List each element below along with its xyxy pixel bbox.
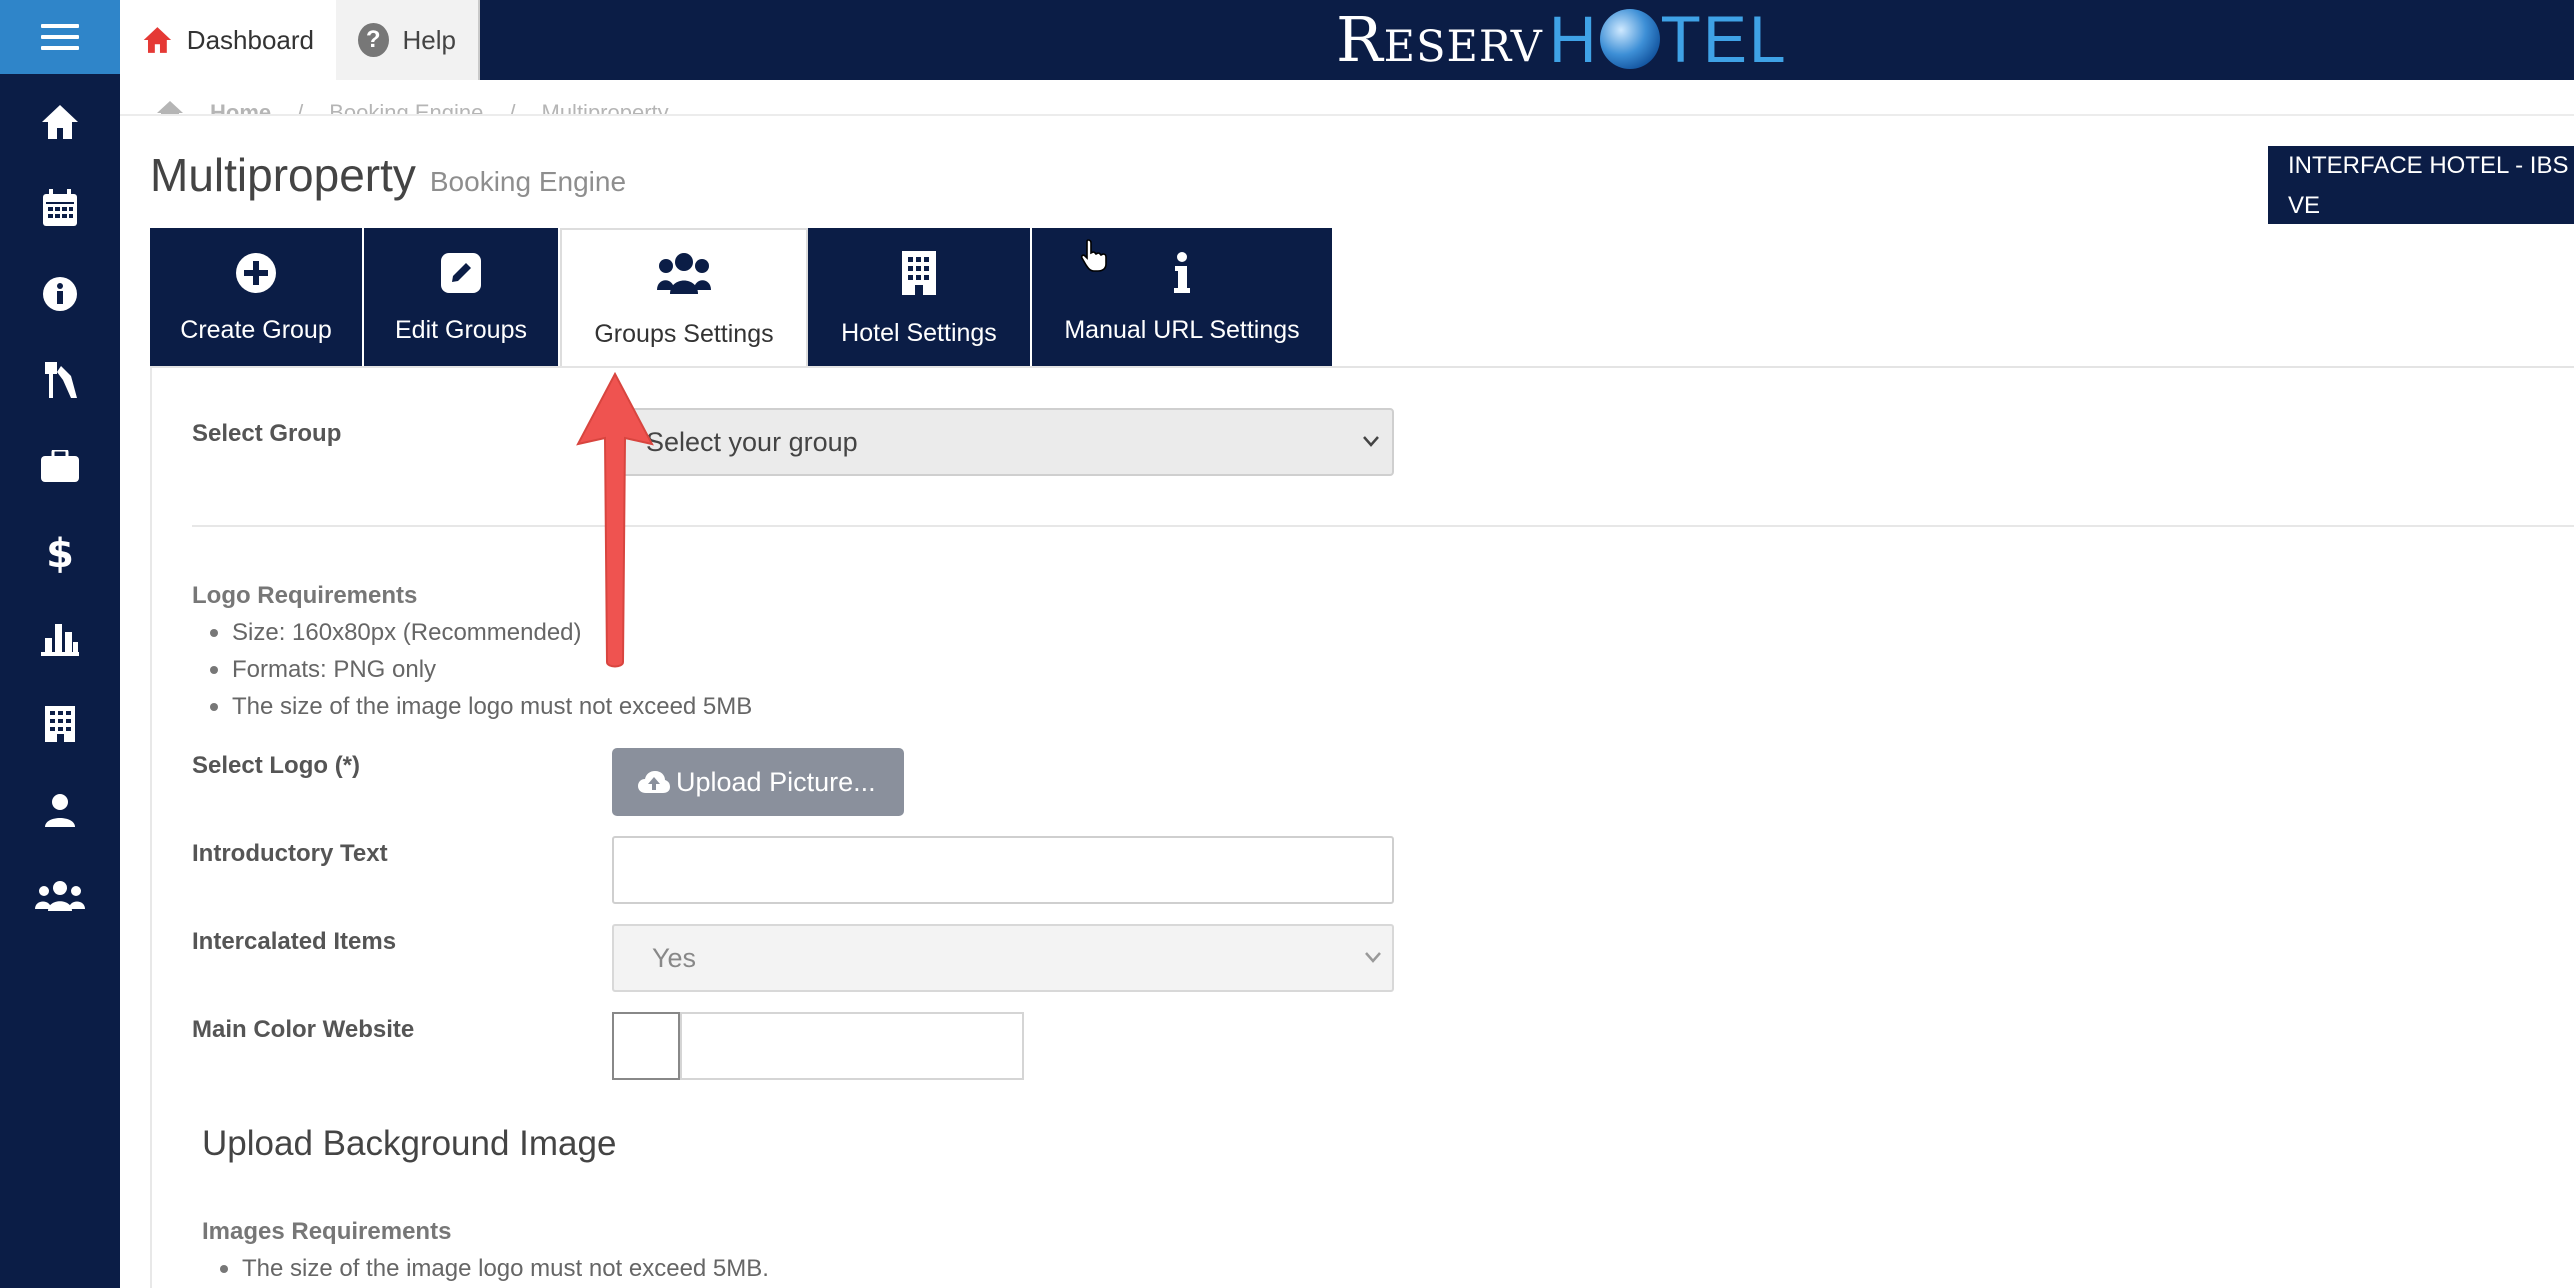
tab-manual-url-settings[interactable]: Manual URL Settings	[1032, 228, 1334, 368]
svg-text:$: $	[46, 531, 74, 573]
page-subtitle: Booking Engine	[429, 166, 627, 197]
hamburger-line	[41, 35, 79, 39]
breadcrumb-home[interactable]: Home	[210, 100, 271, 114]
help-label: Help	[402, 24, 456, 55]
hotel-badge-line: VE	[2288, 192, 2321, 219]
select-group-label: Select Group	[192, 420, 342, 447]
sidebar-briefcase[interactable]	[0, 436, 120, 496]
settings-tabs: Create Group Edit Groups Groups Settings…	[150, 228, 1334, 368]
users-icon	[35, 881, 85, 911]
main-color-input[interactable]	[680, 1012, 1024, 1080]
upload-background-heading: Upload Background Image	[202, 1124, 617, 1163]
intro-text-input[interactable]	[612, 836, 1394, 904]
sidebar-users[interactable]	[0, 866, 120, 926]
tab-create-group[interactable]: Create Group	[150, 228, 364, 368]
upload-button-label: Upload Picture...	[676, 766, 876, 797]
select-group-dropdown[interactable]: Select your group	[612, 408, 1394, 476]
dollar-icon: $	[46, 531, 74, 573]
reservhotel-logo: Reserv H TEL	[1336, 2, 1788, 76]
select-logo-label: Select Logo (*)	[192, 752, 361, 779]
users-icon	[657, 252, 711, 294]
home-icon	[143, 27, 172, 53]
sidebar-calendar[interactable]	[0, 178, 120, 238]
breadcrumb-booking-engine[interactable]: Booking Engine	[329, 100, 483, 114]
logo-text-reserv: Reserv	[1336, 2, 1543, 76]
logo-requirements-title: Logo Requirements	[192, 582, 418, 609]
bar-chart-icon	[41, 624, 79, 656]
breadcrumb-multiproperty: Multiproperty	[541, 100, 669, 116]
select-group-value: Select your group	[646, 426, 858, 457]
breadcrumb-separator: /	[509, 100, 516, 116]
page-header: Multiproperty Booking Engine	[150, 148, 626, 202]
plus-circle-icon	[236, 252, 276, 293]
tab-label: Create Group	[180, 315, 332, 344]
hotel-badge-line: INTERFACE HOTEL - IBS	[2288, 152, 2569, 179]
intercalated-items-label: Intercalated Items	[192, 928, 397, 955]
list-item: The size of the image logo must not exce…	[202, 1250, 769, 1287]
top-navbar: Dashboard ? Help Reserv H TEL	[0, 0, 2574, 80]
question-icon: ?	[358, 23, 389, 57]
breadcrumb-separator: /	[297, 100, 304, 116]
help-link[interactable]: ? Help	[336, 0, 480, 80]
dashboard-label: Dashboard	[186, 24, 314, 55]
annotation-arrow	[576, 372, 654, 668]
hamburger-line	[41, 24, 79, 28]
briefcase-icon	[41, 450, 79, 482]
section-divider	[192, 525, 2574, 527]
list-item: The size of the image logo must not exce…	[192, 688, 752, 725]
home-icon	[157, 101, 183, 114]
page-title: Multiproperty	[150, 149, 416, 201]
images-requirements-title: Images Requirements	[202, 1218, 452, 1245]
tab-hotel-settings[interactable]: Hotel Settings	[808, 228, 1032, 368]
tab-label: Edit Groups	[394, 315, 527, 344]
hotel-selector-badge[interactable]: INTERFACE HOTEL - IBS VE	[2268, 146, 2574, 224]
logo-letter-h: H	[1548, 2, 1599, 76]
intercalated-items-select[interactable]: Yes	[612, 924, 1394, 992]
chevron-down-icon	[1365, 952, 1381, 963]
user-icon	[45, 794, 75, 827]
building-icon	[45, 706, 75, 742]
main-content: Home / Booking Engine / Multiproperty Mu…	[120, 80, 2574, 1288]
logo-requirements-list: Size: 160x80px (Recommended) Formats: PN…	[192, 614, 752, 725]
sidebar-info[interactable]	[0, 264, 120, 324]
chevron-down-icon	[1363, 436, 1379, 447]
globe-icon	[1599, 9, 1660, 69]
tab-label: Manual URL Settings	[1064, 315, 1300, 344]
cloud-upload-icon	[638, 771, 670, 793]
sidebar-tools[interactable]	[0, 350, 120, 410]
intro-text-label: Introductory Text	[192, 840, 388, 867]
tab-label: Hotel Settings	[841, 318, 997, 347]
list-item: Size: 160x80px (Recommended)	[192, 614, 752, 651]
building-icon	[902, 250, 936, 295]
hamburger-menu-button[interactable]	[0, 0, 120, 74]
info-icon	[1174, 251, 1190, 293]
sidebar-reports[interactable]	[0, 608, 120, 668]
color-swatch[interactable]	[612, 1012, 680, 1080]
info-icon	[43, 277, 77, 311]
home-icon	[42, 105, 78, 139]
tools-icon	[45, 362, 77, 398]
hand-cursor-icon	[1080, 239, 1107, 272]
sidebar-user[interactable]	[0, 780, 120, 840]
calendar-icon	[43, 189, 77, 226]
breadcrumb: Home / Booking Engine / Multiproperty	[120, 80, 2574, 116]
tab-label: Groups Settings	[594, 319, 774, 348]
sidebar-home[interactable]	[0, 92, 120, 152]
sidebar-properties[interactable]	[0, 694, 120, 754]
images-requirements-list: The size of the image logo must not exce…	[202, 1250, 769, 1287]
tab-edit-groups[interactable]: Edit Groups	[364, 228, 560, 368]
logo-letters-tel: TEL	[1660, 2, 1788, 76]
sidebar-rates[interactable]: $	[0, 522, 120, 582]
list-item: Formats: PNG only	[192, 651, 752, 688]
intercalated-items-value: Yes	[652, 942, 697, 973]
dashboard-link[interactable]: Dashboard	[120, 0, 336, 80]
sidebar: $	[0, 80, 120, 1288]
hamburger-line	[41, 46, 79, 50]
main-color-label: Main Color Website	[192, 1016, 415, 1043]
logo-text-hotel: H TEL	[1549, 1, 1788, 77]
edit-icon	[441, 252, 481, 293]
tab-groups-settings[interactable]: Groups Settings	[560, 228, 808, 368]
upload-picture-button[interactable]: Upload Picture...	[612, 748, 904, 816]
